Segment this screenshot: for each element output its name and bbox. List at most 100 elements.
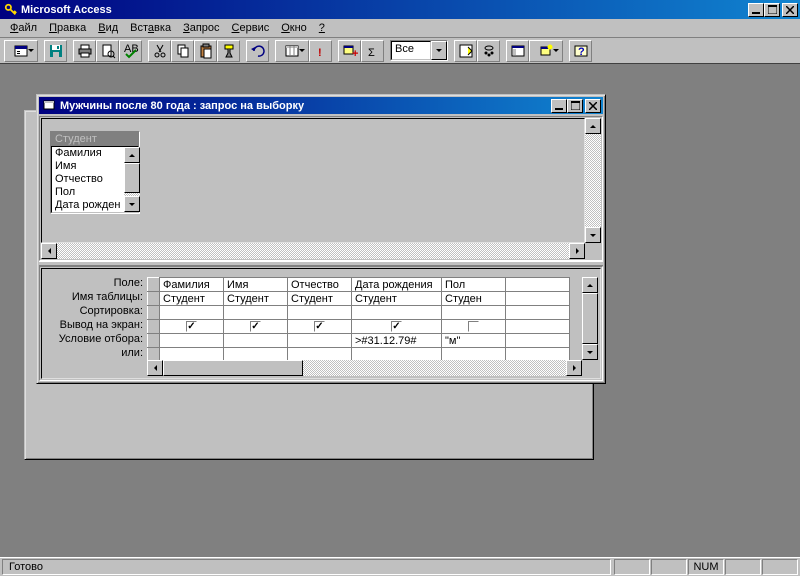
qbe-cell[interactable] <box>224 306 288 320</box>
build-button[interactable] <box>477 40 500 62</box>
qbe-grid[interactable]: ФамилияИмяОтчествоДата рожденияПолСтуден… <box>147 269 600 362</box>
qbe-cell[interactable] <box>160 306 224 320</box>
qbe-cell[interactable] <box>288 306 352 320</box>
show-checkbox[interactable] <box>468 321 479 332</box>
query-design-window: Мужчины после 80 года : запрос на выборк… <box>36 94 606 384</box>
new-object-button[interactable] <box>529 40 563 62</box>
qbe-cell[interactable]: Пол <box>442 278 506 292</box>
menu-вид[interactable]: Вид <box>92 20 124 36</box>
qbe-cell[interactable] <box>506 278 570 292</box>
child-titlebar[interactable]: Мужчины после 80 года : запрос на выборк… <box>39 97 603 114</box>
db-window-button[interactable] <box>506 40 529 62</box>
qbe-cell[interactable] <box>288 334 352 348</box>
field-item[interactable]: Имя <box>52 160 124 173</box>
field-item[interactable]: Фамилия <box>52 147 124 160</box>
show-table-button[interactable]: + <box>338 40 361 62</box>
print-button[interactable] <box>73 40 96 62</box>
show-checkbox[interactable] <box>391 321 402 332</box>
top-values-combo[interactable]: Все <box>390 40 448 61</box>
field-item[interactable]: Отчество <box>52 173 124 186</box>
toolbar: ABC ! + Σ Все ? <box>0 38 800 64</box>
qbe-cell[interactable]: >#31.12.79# <box>352 334 442 348</box>
qbe-cell[interactable] <box>224 334 288 348</box>
show-checkbox[interactable] <box>250 321 261 332</box>
fieldlist-scrollbar[interactable] <box>124 147 140 212</box>
qbe-cell[interactable] <box>352 306 442 320</box>
undo-button[interactable] <box>246 40 269 62</box>
qbe-cell[interactable] <box>442 306 506 320</box>
qbe-cell[interactable] <box>506 334 570 348</box>
qbe-cell[interactable]: Студент <box>288 292 352 306</box>
qbe-cell[interactable]: Отчество <box>288 278 352 292</box>
child-close-button[interactable] <box>585 99 601 113</box>
svg-text:Σ: Σ <box>368 47 375 59</box>
child-maximize-button[interactable] <box>567 99 583 113</box>
mdi-workspace: Мужчины после 80 года : запрос на выборк… <box>0 64 800 557</box>
query-type-button[interactable] <box>275 40 309 62</box>
menu-вставка[interactable]: Вставка <box>124 20 177 36</box>
help-button[interactable]: ? <box>569 40 592 62</box>
svg-text:?: ? <box>578 46 585 58</box>
cut-button[interactable] <box>148 40 171 62</box>
table-pane: Студент ФамилияИмяОтчествоПолДата рожден <box>39 116 603 261</box>
statusbar: Готово NUM <box>0 557 800 576</box>
svg-text:+: + <box>352 48 358 59</box>
status-ready: Готово <box>2 559 611 575</box>
table-field-list[interactable]: Студент ФамилияИмяОтчествоПолДата рожден <box>50 131 140 214</box>
menu-запрос[interactable]: Запрос <box>177 20 225 36</box>
qbe-cell[interactable]: Имя <box>224 278 288 292</box>
scroll-down-icon[interactable] <box>124 196 140 212</box>
spelling-button[interactable]: ABC <box>119 40 142 62</box>
menu-сервис[interactable]: Сервис <box>226 20 276 36</box>
scroll-up-icon[interactable] <box>124 147 140 163</box>
child-minimize-button[interactable] <box>551 99 567 113</box>
qbe-cell[interactable]: Студент <box>160 292 224 306</box>
copy-button[interactable] <box>171 40 194 62</box>
qbe-cell[interactable]: Студен <box>442 292 506 306</box>
qbe-cell[interactable] <box>160 334 224 348</box>
show-checkbox[interactable] <box>314 321 325 332</box>
qbe-cell[interactable] <box>442 320 506 334</box>
paste-button[interactable] <box>194 40 217 62</box>
pane-vscroll[interactable] <box>585 118 601 243</box>
run-button[interactable]: ! <box>309 40 332 62</box>
qbe-cell[interactable]: Фамилия <box>160 278 224 292</box>
view-button[interactable] <box>4 40 38 62</box>
svg-text:!: ! <box>318 47 322 59</box>
scroll-thumb[interactable] <box>124 163 140 193</box>
table-name: Студент <box>51 132 139 146</box>
qbe-cell[interactable] <box>288 320 352 334</box>
field-item[interactable]: Пол <box>52 186 124 199</box>
app-title: Microsoft Access <box>21 4 748 16</box>
menu-окно[interactable]: Окно <box>275 20 313 36</box>
show-checkbox[interactable] <box>186 321 197 332</box>
grid-vscroll[interactable] <box>582 277 598 360</box>
preview-button[interactable] <box>96 40 119 62</box>
query-icon <box>43 99 57 113</box>
qbe-cell[interactable] <box>352 320 442 334</box>
qbe-cell[interactable]: Дата рождения <box>352 278 442 292</box>
qbe-cell[interactable] <box>224 320 288 334</box>
menu-файл[interactable]: Файл <box>4 20 43 36</box>
qbe-cell[interactable] <box>506 292 570 306</box>
menu-?[interactable]: ? <box>313 20 331 36</box>
qbe-cell[interactable]: Студент <box>352 292 442 306</box>
maximize-button[interactable] <box>764 3 780 17</box>
pane-hscroll[interactable] <box>41 243 585 259</box>
properties-button[interactable] <box>454 40 477 62</box>
status-num: NUM <box>688 559 724 575</box>
qbe-cell[interactable] <box>506 320 570 334</box>
minimize-button[interactable] <box>748 3 764 17</box>
totals-button[interactable]: Σ <box>361 40 384 62</box>
save-button[interactable] <box>44 40 67 62</box>
qbe-cell[interactable] <box>506 306 570 320</box>
qbe-cell[interactable]: "м" <box>442 334 506 348</box>
qbe-cell[interactable]: Студент <box>224 292 288 306</box>
field-item[interactable]: Дата рожден <box>52 199 124 212</box>
app-titlebar: Microsoft Access <box>0 0 800 19</box>
format-painter-button[interactable] <box>217 40 240 62</box>
grid-hscroll[interactable] <box>147 360 582 376</box>
close-button[interactable] <box>782 3 798 17</box>
qbe-cell[interactable] <box>160 320 224 334</box>
menu-правка[interactable]: Правка <box>43 20 92 36</box>
